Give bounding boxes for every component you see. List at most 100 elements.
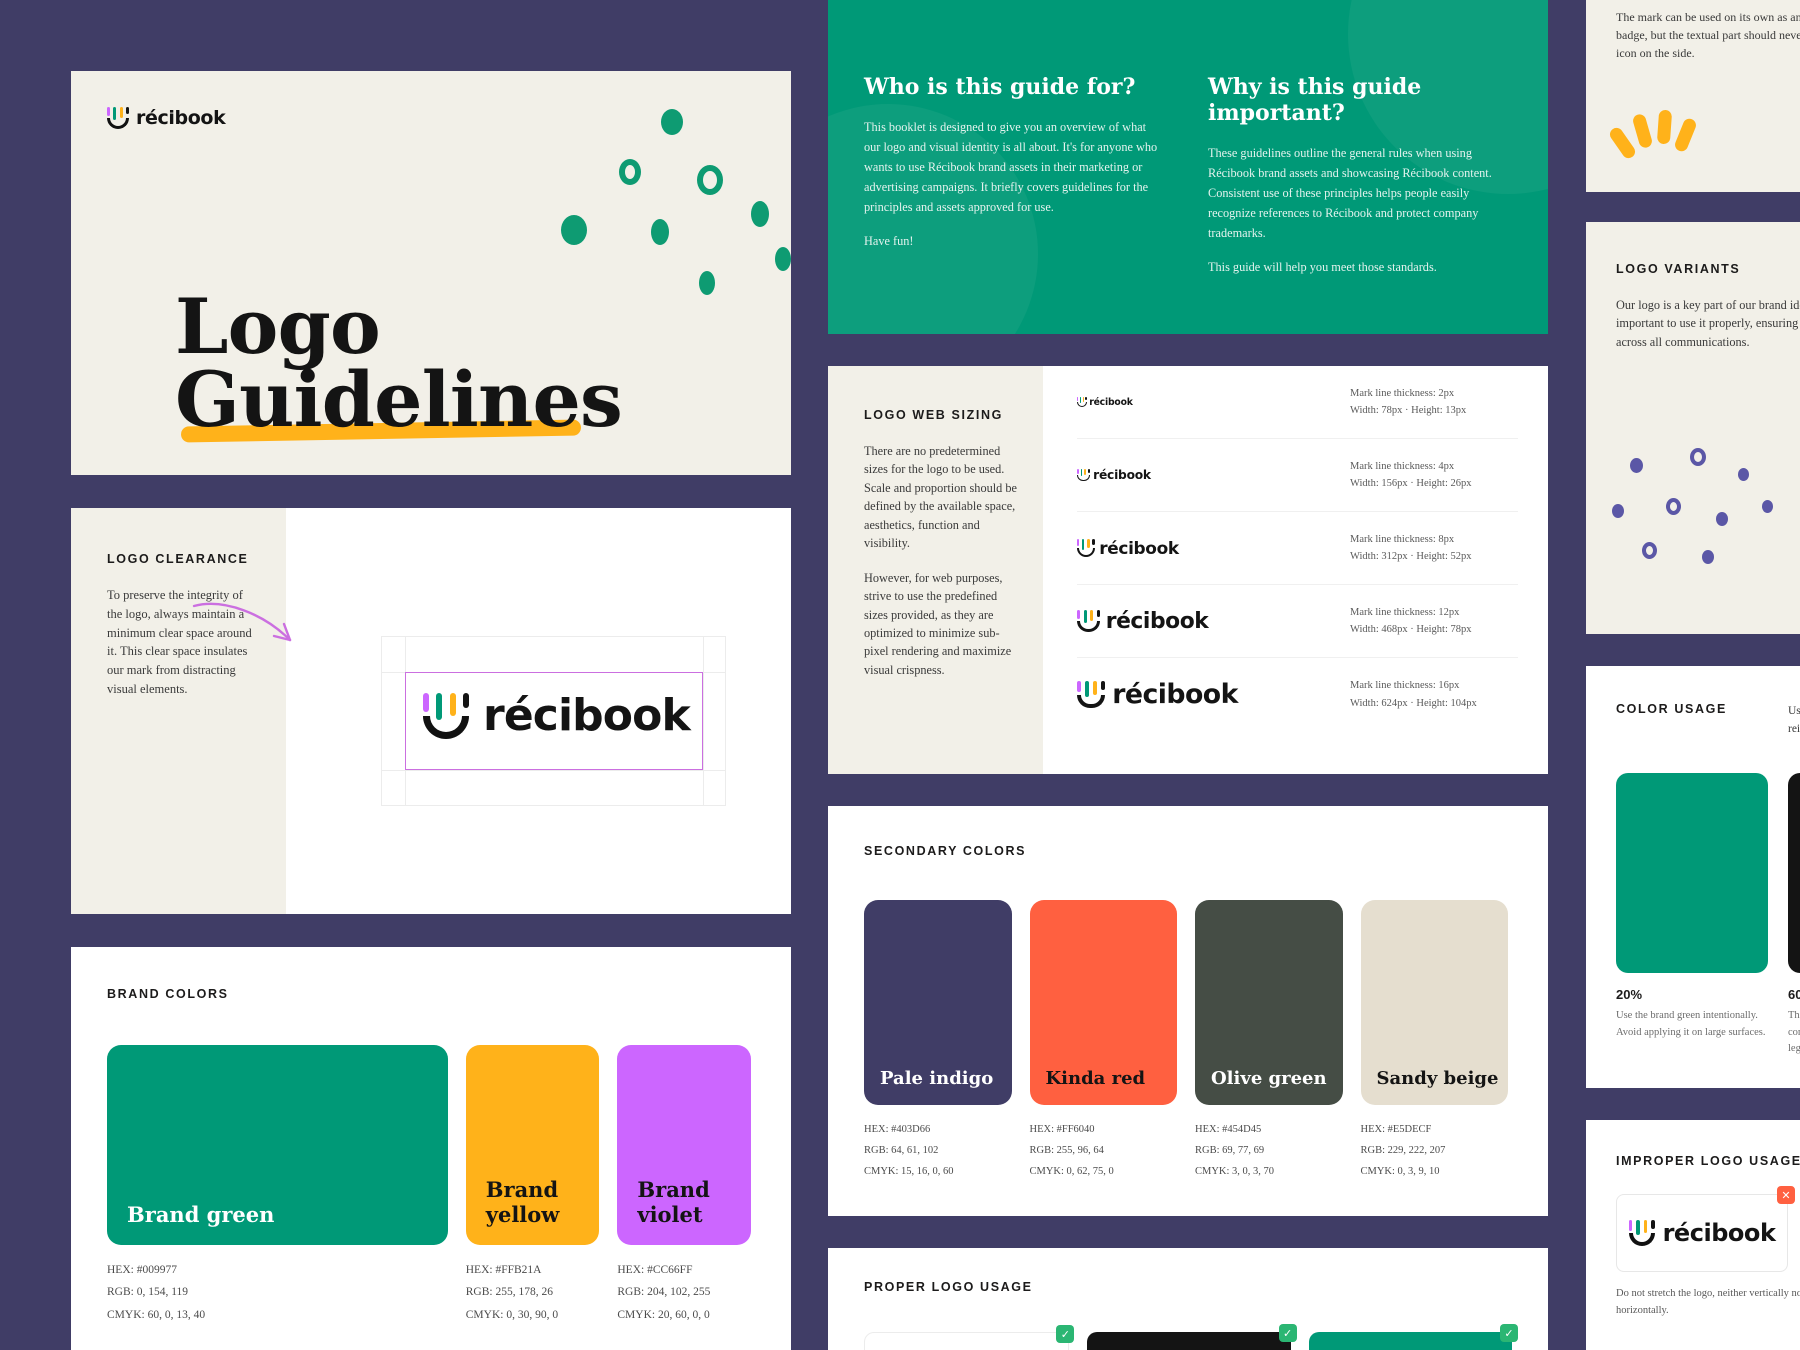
color-usage-intro: Using color consistently reinforces our … [1788,705,1800,736]
color-usage-swatch [1788,772,1800,973]
web-sizing-logo: récibook [1077,679,1238,710]
yellow-leaf-decoration [1607,104,1706,168]
brand-colors-eyebrow: BRAND COLORS [107,987,229,1001]
check-icon: ✓ [1278,1324,1297,1342]
clearance-wordmark: récibook [483,690,691,741]
recibook-mark-icon [107,107,129,129]
brand-swatch-meta: HEX: #CC66FF RGB: 204, 102, 255 CMYK: 20, … [617,1264,711,1321]
secondary-swatch-label: Kinda red [1045,1068,1146,1089]
proper-logo-usage-card: PROPER LOGO USAGE ✓récibook✓récibook✓réc… [828,1248,1548,1350]
secondary-swatch: Kinda red [1029,900,1177,1105]
web-sizing-spec: Mark line thickness: 2px Width: 78px · He… [1350,387,1467,416]
guide-intro-card: Who is this guide for? This booklet is d… [828,0,1548,334]
web-sizing-eyebrow: LOGO WEB SIZING [864,408,1003,422]
clearance-eyebrow: LOGO CLEARANCE [107,552,249,566]
color-usage-eyebrow: COLOR USAGE [1616,702,1727,716]
web-sizing-spec: Mark line thickness: 4px Width: 156px · H… [1350,460,1472,489]
brand-guidelines-board: récibook Logo Guidelines Version 2 · Upd… [0,0,1800,1350]
title-card-wordmark: récibook [136,107,226,129]
cross-icon: ✕ [1777,1186,1795,1204]
color-usage-description: This neutral carries most of the composi… [1788,1009,1800,1055]
proper-usage-tile: ✓récibook [1087,1324,1297,1350]
secondary-swatch: Pale indigo [864,900,1012,1105]
improper-usage-description: Do not stretch the logo, neither vertica… [1616,1288,1800,1316]
brand-swatch-label: Brand green [127,1202,275,1227]
brand-swatch-meta: HEX: #009977 RGB: 0, 154, 119 CMYK: 60, 0,… [107,1264,206,1321]
proper-usage-tile: ✓récibook [864,1325,1075,1350]
logo-web-sizing-card: LOGO WEB SIZING There are no predetermin… [828,366,1548,774]
brand-swatch-label: Brand violet [637,1177,710,1227]
wordmark: récibook [1089,396,1133,408]
web-sizing-logo: récibook [1077,608,1209,634]
check-icon: ✓ [1499,1324,1518,1342]
brand-swatch-meta: HEX: #FFB21A RGB: 255, 178, 26 CMYK: 0, 30… [465,1264,559,1321]
web-sizing-text-column: LOGO WEB SIZING There are no predetermin… [828,366,1043,774]
secondary-swatch-meta: HEX: #403D66 RGB: 64, 61, 102 CMYK: 15, 16… [864,1124,954,1177]
brand-swatch: Brand yellow [465,1045,600,1245]
brand-swatch-row: Brand green Brand yellow Brand violet [107,1045,751,1245]
recibook-mark-icon [1077,468,1090,482]
recibook-mark-icon [1628,1220,1655,1246]
improper-logo-usage-card: IMPROPER LOGO USAGE ✕ récibook Do not st… [1586,1120,1800,1350]
web-sizing-row: récibook Mark line thickness: 12px Width: … [1077,585,1518,658]
guide-body-why-2: This guide will help you meet those stan… [1208,259,1437,274]
wordmark: récibook [1093,468,1151,482]
secondary-swatch-meta: HEX: #E5DECF RGB: 229, 222, 207 CMYK: 0, 3… [1360,1124,1446,1177]
secondary-swatch-meta: HEX: #FF6040 RGB: 255, 96, 64 CMYK: 0, 62,… [1029,1124,1114,1177]
clearance-grid: récibook [381,636,726,806]
improper-logo: récibook [1628,1219,1776,1247]
clearance-diagram-column: récibook [192,508,791,914]
secondary-swatch-label: Pale indigo [880,1068,994,1089]
improper-usage-eyebrow: IMPROPER LOGO USAGE [1616,1154,1800,1168]
color-usage-percent: 20% [1616,986,1643,1002]
color-usage-item: 60% This neutral carries most of the comp… [1788,772,1800,1058]
title-card: récibook Logo Guidelines Version 2 · Upd… [71,71,791,475]
color-usage-description: Use the brand green intentionally. Avoid… [1616,1009,1766,1038]
check-icon: ✓ [1056,1325,1075,1343]
recibook-mark-icon [423,692,469,739]
web-sizing-rows: récibook Mark line thickness: 2px Width: 7… [1043,366,1548,774]
logo-variants-card: LOGO VARIANTS Our logo is a key part of … [1586,222,1800,634]
recibook-mark-icon [1077,609,1100,633]
improper-usage-tile: ✕ récibook [1616,1186,1795,1272]
proper-usage-tiles: ✓récibook ✓récibook ✓récibook [864,1324,1518,1350]
title-card-logo: récibook [107,107,226,129]
proper-usage-eyebrow: PROPER LOGO USAGE [864,1280,1033,1294]
web-sizing-row: récibook Mark line thickness: 2px Width: 7… [1077,366,1518,439]
color-usage-item: 20% Use the brand green intentionally. Av… [1616,772,1768,1058]
guide-heading-who: Who is this guide for? [864,74,1136,100]
web-sizing-row: récibook Mark line thickness: 8px Width: 3… [1077,512,1518,585]
web-sizing-logo: récibook [1077,538,1179,558]
logo-variants-body: Our logo is a key part of our brand iden… [1616,298,1800,349]
color-usage-swatch [1616,772,1768,973]
secondary-colors-eyebrow: SECONDARY COLORS [864,844,1027,858]
web-sizing-spec: Mark line thickness: 16px Width: 624px · … [1350,680,1477,709]
web-sizing-logo: récibook [1077,397,1133,408]
recibook-mark-icon [1077,539,1095,557]
secondary-swatch-label: Sandy beige [1376,1068,1499,1089]
web-sizing-body-2: However, for web purposes, strive to use… [864,570,1012,677]
wordmark: récibook [1099,538,1179,558]
brand-meta-row: HEX: #009977 RGB: 0, 154, 119 CMYK: 60, 0,… [107,1259,751,1326]
page-title: Logo Guidelines [175,282,623,444]
recibook-mark-icon [1077,680,1105,709]
clearance-logo: récibook [423,690,691,741]
indigo-dot-decoration [1612,446,1800,606]
color-usage-card: COLOR USAGE Using color consistently rei… [1586,666,1800,1088]
brand-colors-card: BRAND COLORS Brand green Brand yellow Bran… [71,947,791,1350]
secondary-swatch-label: Olive green [1211,1068,1327,1089]
logo-variants-eyebrow: LOGO VARIANTS [1616,262,1741,276]
wordmark: récibook [1112,679,1238,710]
secondary-swatch-meta: HEX: #454D45 RGB: 69, 77, 69 CMYK: 3, 0, 3… [1195,1124,1275,1177]
secondary-colors-card: SECONDARY COLORS Pale indigo Kinda red Oli… [828,806,1548,1216]
wordmark: récibook [1105,608,1209,634]
color-usage-tiles: 20% Use the brand green intentionally. Av… [1616,772,1800,1058]
pink-arrow-icon [192,602,292,642]
web-sizing-body-1: There are no predetermined sizes for the… [864,444,1017,551]
secondary-swatch: Olive green [1195,900,1343,1105]
web-sizing-logo: récibook [1077,468,1151,482]
web-sizing-row: récibook Mark line thickness: 16px Width: … [1077,658,1518,731]
improper-wordmark: récibook [1662,1219,1776,1247]
recibook-mark-icon [1077,397,1087,407]
clearance-text-column: LOGO CLEARANCE To preserve the integrity… [71,508,286,914]
